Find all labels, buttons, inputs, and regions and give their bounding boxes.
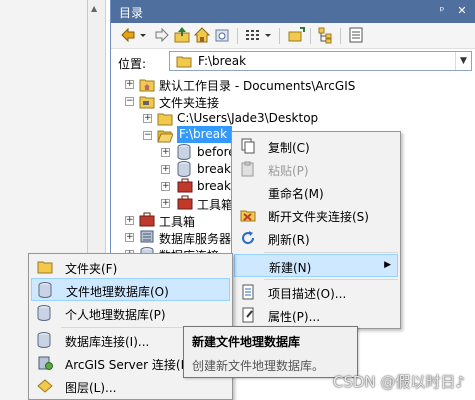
menu-separator [264, 252, 398, 253]
scroll-up-arrow-icon[interactable]: ▲ [91, 4, 97, 13]
expand-toggle[interactable]: + [125, 233, 134, 242]
expand-toggle[interactable]: + [125, 216, 134, 225]
tree-item-label[interactable]: 工具箱 [159, 213, 195, 230]
home-icon[interactable] [193, 26, 213, 46]
menu-item-refresh[interactable]: 刷新(R) [232, 227, 400, 250]
submenu-item-personal-geodatabase[interactable]: 个人地理数据库(P) [29, 302, 232, 325]
tree-item-label[interactable]: 工具箱 [197, 196, 233, 213]
properties-icon [240, 307, 256, 323]
menu-item-rename[interactable]: 重命名(M) [232, 181, 400, 204]
database-icon [177, 161, 191, 177]
watermark: CSDN @假以时日♪ [332, 373, 465, 391]
toolbox-icon [139, 212, 155, 227]
context-menu: 复制(C) 粘贴(P) 重命名(M) 断开文件夹连接(S) 刷新(R) 新建(N… [231, 131, 401, 329]
forward-arrow-icon[interactable] [153, 26, 173, 46]
up-folder-icon[interactable] [173, 26, 193, 46]
tree-item-label[interactable]: 默认工作目录 - Documents\ArcGIS [159, 77, 355, 94]
layer-icon [37, 378, 53, 394]
expand-toggle[interactable]: + [161, 165, 170, 174]
personal-geodatabase-icon [37, 305, 53, 321]
refresh-icon [240, 230, 256, 246]
submenu-item-folder[interactable]: 文件夹(F) [29, 256, 232, 279]
folder-icon [37, 259, 53, 275]
expand-toggle[interactable]: + [125, 80, 134, 89]
connect-folder-icon[interactable] [287, 26, 307, 46]
toolbox-icon [177, 195, 193, 210]
toolbar-separator [237, 28, 238, 44]
database-server-icon [139, 229, 155, 244]
expand-toggle[interactable]: + [161, 182, 170, 191]
location-combobox[interactable]: F:\break ▼ [169, 51, 472, 71]
folder-open-icon [157, 128, 173, 143]
folder-connection-icon [139, 94, 155, 109]
tree-item-label[interactable]: before [197, 145, 236, 159]
dropdown-icon[interactable] [263, 26, 273, 46]
toolbar-separator [310, 28, 311, 44]
expand-toggle[interactable]: + [143, 114, 152, 123]
submenu-item-layer[interactable]: 图层(L)... [29, 375, 232, 398]
options-icon[interactable] [347, 26, 367, 46]
file-geodatabase-icon [38, 282, 54, 298]
folder-icon [157, 111, 173, 126]
close-icon[interactable]: ✕ [455, 4, 469, 18]
location-label: 位置: [118, 57, 147, 71]
menu-item-copy[interactable]: 复制(C) [232, 135, 400, 158]
collapse-toggle[interactable]: − [125, 97, 134, 106]
folder-icon [176, 54, 192, 68]
dropdown-icon[interactable] [138, 26, 148, 46]
database-icon [177, 144, 191, 160]
copy-icon [240, 138, 256, 154]
expand-toggle[interactable]: + [161, 199, 170, 208]
disconnect-folder-icon [240, 207, 256, 223]
tree-item-label[interactable]: C:\Users\Jade3\Desktop [177, 111, 318, 125]
arcgis-server-icon [37, 355, 53, 371]
refresh-folder-icon[interactable] [213, 26, 233, 46]
tree-item-label[interactable]: F:\break [179, 127, 227, 141]
folder-home-icon [139, 77, 155, 92]
catalog-toolbar [111, 23, 475, 49]
pin-icon[interactable]: ᵖ [435, 4, 449, 18]
database-connection-icon [37, 332, 53, 348]
expand-toggle[interactable]: + [161, 148, 170, 157]
menu-separator [264, 279, 398, 280]
item-description-icon [240, 284, 256, 300]
tooltip-description: 创建新文件地理数据库。 [192, 359, 325, 373]
submenu-arrow-icon: ▶ [384, 260, 391, 270]
menu-item-properties[interactable]: 属性(P)... [232, 304, 400, 327]
location-value: F:\break [198, 54, 247, 68]
tree-item-selected[interactable]: F:\break [177, 126, 232, 143]
paste-icon [240, 161, 256, 177]
toolbox-icon [177, 178, 193, 193]
tree-view-icon[interactable] [317, 26, 337, 46]
view-list-icon[interactable] [244, 26, 264, 46]
submenu-item-file-geodatabase[interactable]: 文件地理数据库(O) [31, 278, 230, 301]
tree-item-label[interactable]: break [197, 179, 231, 193]
tooltip: 新建文件地理数据库 创建新文件地理数据库。 [183, 326, 358, 378]
toolbar-separator [279, 28, 280, 44]
chevron-down-icon[interactable]: ▼ [455, 52, 471, 70]
tree-item-label[interactable]: 数据库服务器 [159, 230, 231, 247]
toolbar-separator [340, 28, 341, 44]
menu-item-item-description[interactable]: 项目描述(O)... [232, 281, 400, 304]
back-arrow-icon[interactable] [119, 26, 139, 46]
collapse-toggle[interactable]: − [143, 131, 152, 140]
tree-item-label[interactable]: break [197, 162, 231, 176]
catalog-title-bar: 目录 ᵖ ✕ [111, 0, 475, 23]
menu-item-new[interactable]: 新建(N) ▶ [234, 254, 398, 277]
tree-item-label[interactable]: 文件夹连接 [159, 94, 219, 111]
menu-item-disconnect-folder[interactable]: 断开文件夹连接(S) [232, 204, 400, 227]
catalog-title: 目录 [119, 6, 144, 20]
menu-item-paste[interactable]: 粘贴(P) [232, 158, 400, 181]
tooltip-title: 新建文件地理数据库 [192, 335, 301, 349]
